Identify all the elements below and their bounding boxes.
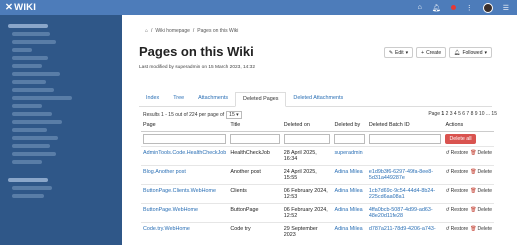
restore-button[interactable]: Restore [451,188,469,194]
table-row: Code.try.WebHome Code try 29 September 2… [141,221,494,241]
plus-icon: + [421,49,425,56]
last-modified: Last modified by superadmin on 15 March … [139,65,255,70]
xwiki-x-icon: ✕ [5,2,14,13]
restore-icon: ↺ [445,206,450,213]
page-link[interactable]: ButtonPage.WebHome [141,202,229,222]
col-page[interactable]: Page [141,120,229,132]
restore-icon: ↺ [445,225,450,232]
page-link[interactable]: Code.try.WebHome [141,221,229,241]
sidebar-item[interactable] [12,144,50,148]
sidebar-item[interactable] [12,56,48,60]
col-actions: Actions [443,120,494,132]
sidebar-item[interactable] [12,48,32,52]
create-button[interactable]: + Create [416,47,447,58]
per-page-select[interactable]: 15 ▾ [226,111,242,119]
table-row: ButtonPage.Clients.WebHome Clients 06 Fe… [141,183,494,203]
tab-tree[interactable]: Tree [166,92,191,106]
tabs: Index Tree Attachments Deleted Pages Del… [139,92,492,107]
batch-filter-input[interactable] [368,133,442,144]
page-link[interactable]: ButtonPage.Clients.WebHome [141,183,229,203]
restore-button[interactable]: Restore [451,169,469,175]
breadcrumb-wiki-home[interactable]: Wiki homepage [155,28,189,34]
page-filter-input[interactable] [143,133,227,144]
sidebar-item[interactable] [12,96,72,100]
sidebar-item[interactable] [12,186,52,190]
chevron-down-icon: ▾ [484,49,487,56]
edit-button[interactable]: ✎ Edit ▾ [383,47,414,58]
sidebar-item[interactable] [12,104,42,108]
menu-icon[interactable]: ☰ [503,4,509,12]
trash-icon: 🗑︎ [470,168,477,175]
delete-button[interactable]: Delete [478,169,492,175]
tab-deleted-attachments[interactable]: Deleted Attachments [286,92,350,106]
sidebar-item[interactable] [12,72,60,76]
sidebar-item[interactable] [12,40,56,44]
table-row: ButtonPage.WebHome ButtonPage 06 Februar… [141,202,494,222]
col-title[interactable]: Title [228,120,282,132]
sidebar-item[interactable] [12,64,42,68]
sidebar [0,15,122,245]
col-batch-id[interactable]: Deleted Batch ID [366,120,444,132]
chevron-down-icon: ▾ [405,49,409,56]
table-row: AdminTools.Code.HealthCheckJob HealthChe… [141,145,494,165]
trash-icon: 🗑︎ [470,149,477,156]
pencil-icon: ✎ [388,49,394,56]
tab-deleted-pages[interactable]: Deleted Pages [235,92,287,107]
restore-button[interactable]: Restore [451,226,469,232]
delete-all-button[interactable]: Delete all [445,133,476,144]
user-filter-input[interactable] [334,133,365,144]
trash-icon: 🗑︎ [470,187,477,194]
deleted-pages-table: Page Title Deleted on Deleted by Deleted… [141,120,494,241]
date-filter-input[interactable] [283,133,331,144]
avatar[interactable] [482,2,493,13]
home-icon[interactable]: ⌂ [145,28,148,34]
restore-icon: ↺ [445,187,450,194]
top-navbar: ✕ WIKI ⌂ 🔔︎ ⋮ ☰ [0,0,517,15]
breadcrumb: ⌂ / Wiki homepage / Pages on this Wiki [145,28,239,34]
followed-button[interactable]: 🔔︎ Followed ▾ [449,47,492,58]
tab-attachments[interactable]: Attachments [191,92,235,106]
sidebar-item[interactable] [12,128,47,132]
grid-icon[interactable]: ⋮ [466,4,473,12]
delete-button[interactable]: Delete [478,150,492,156]
restore-button[interactable]: Restore [451,207,469,213]
sidebar-item[interactable] [12,136,58,140]
col-deleted-by[interactable]: Deleted by [332,120,367,132]
page-link[interactable]: AdminTools.Code.HealthCheckJob [141,145,229,165]
page-link[interactable]: Blog.Another post [141,164,229,184]
sidebar-item[interactable] [12,152,56,156]
sidebar-item[interactable] [12,112,52,116]
results-summary: Results 1 - 15 out of 224 per page of 15… [143,111,242,119]
sidebar-heading [8,178,48,182]
table-row: Blog.Another post Another post 24 April … [141,164,494,184]
sidebar-item[interactable] [12,120,62,124]
delete-button[interactable]: Delete [478,207,492,213]
wiki-logo[interactable]: ✕ WIKI [5,2,36,13]
main-content: ⌂ / Wiki homepage / Pages on this Wiki P… [122,15,517,245]
sidebar-item[interactable] [12,88,54,92]
notification-badge [450,5,456,10]
sidebar-item[interactable] [12,194,44,198]
sidebar-item[interactable] [12,160,42,164]
sidebar-item[interactable] [12,80,46,84]
delete-button[interactable]: Delete [478,226,492,232]
trash-icon: 🗑︎ [470,206,477,213]
sidebar-heading [8,24,48,28]
page-title: Pages on this Wiki [139,44,254,59]
bell-icon[interactable]: 🔔︎ [432,4,441,12]
col-deleted-on[interactable]: Deleted on [281,120,333,132]
bell-icon: 🔔︎ [454,49,461,56]
breadcrumb-current: Pages on this Wiki [197,28,239,34]
home-icon[interactable]: ⌂ [418,4,422,11]
trash-icon: 🗑︎ [470,225,477,232]
pagination[interactable]: Page 1 2 3 4 5 6 7 8 9 10 ... 15 [428,111,497,117]
restore-icon: ↺ [445,149,450,156]
app-title: WIKI [14,2,37,13]
delete-button[interactable]: Delete [478,188,492,194]
restore-icon: ↺ [445,168,450,175]
tab-index[interactable]: Index [139,92,166,106]
title-filter-input[interactable] [230,133,280,144]
sidebar-item[interactable] [12,32,50,36]
restore-button[interactable]: Restore [451,150,469,156]
